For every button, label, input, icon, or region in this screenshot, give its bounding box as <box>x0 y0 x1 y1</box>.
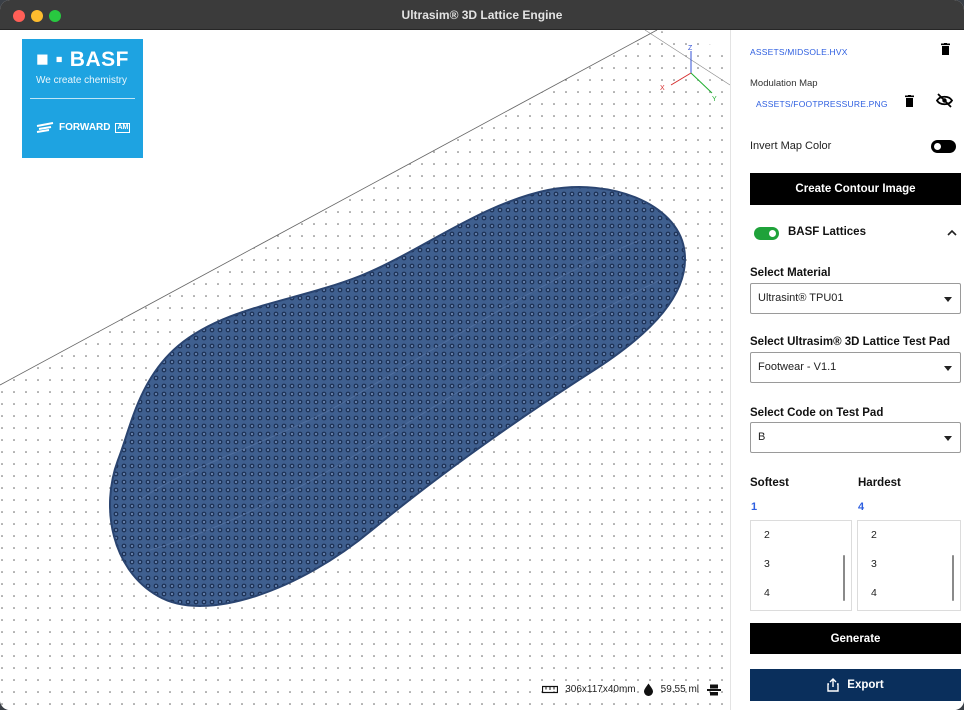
hardest-listbox[interactable]: 2 3 4 <box>857 520 961 611</box>
code-select[interactable]: B <box>750 422 961 453</box>
generate-button[interactable]: Generate <box>750 623 961 654</box>
softest-value: 1 <box>751 501 758 513</box>
forward-am-icon <box>36 122 54 133</box>
export-button-label: Export <box>847 679 884 691</box>
logo-divider <box>30 98 135 99</box>
softest-listbox[interactable]: 2 3 4 <box>750 520 852 611</box>
app-window: Ultrasim® 3D Lattice Engine Z X Y ■ ▪ BA… <box>0 0 964 710</box>
material-select[interactable]: Ultrasint® TPU01 <box>750 283 961 314</box>
volume-drop-icon <box>643 683 653 696</box>
axis-x-label: X <box>660 85 665 92</box>
hide-map-eye-off-icon[interactable] <box>936 93 953 108</box>
share-export-icon <box>827 678 839 692</box>
basf-tagline: We create chemistry <box>36 75 127 86</box>
axis-z-label: Z <box>688 45 693 52</box>
invert-map-color-label: Invert Map Color <box>750 140 832 152</box>
volume-readout: 59.55 ml <box>660 684 699 695</box>
modulation-map-label: Modulation Map <box>750 78 818 89</box>
select-material-label: Select Material <box>750 267 831 279</box>
modulation-map-file-link[interactable]: ASSETS/FOOTPRESSURE.PNG <box>756 99 888 109</box>
softest-option[interactable]: 4 <box>764 587 770 599</box>
softest-label: Softest <box>750 477 789 489</box>
select-code-label: Select Code on Test Pad <box>750 407 884 419</box>
forward-label: FORWARD <box>59 122 111 133</box>
basf-logo: ■ ▪ BASF We create chemistry FORWARD AM <box>22 39 143 158</box>
midsole-file-link[interactable]: ASSETS/MIDSOLE.HVX <box>750 47 848 57</box>
select-testpad-label: Select Ultrasim® 3D Lattice Test Pad <box>750 336 950 348</box>
ruler-icon <box>542 685 559 694</box>
delete-modulation-map-icon[interactable] <box>905 95 914 107</box>
softest-option[interactable]: 2 <box>764 529 770 541</box>
settings-panel: ASSETS/MIDSOLE.HVX Modulation Map ASSETS… <box>730 30 964 710</box>
print-tray-icon[interactable] <box>706 684 722 696</box>
hardest-value: 4 <box>858 501 865 513</box>
hardest-option[interactable]: 3 <box>871 558 877 570</box>
basf-lattices-label: BASF Lattices <box>788 226 866 238</box>
testpad-select[interactable]: Footwear - V1.1 <box>750 352 961 383</box>
create-contour-image-button[interactable]: Create Contour Image <box>750 173 961 205</box>
testpad-select-value: Footwear - V1.1 <box>758 361 837 373</box>
softest-option[interactable]: 3 <box>764 558 770 570</box>
material-dropdown-caret-icon <box>944 297 952 302</box>
hardest-option[interactable]: 2 <box>871 529 877 541</box>
basf-wordmark: ■ ▪ BASF <box>36 48 129 71</box>
export-button[interactable]: Export <box>750 669 961 701</box>
chevron-up-icon[interactable] <box>947 229 957 236</box>
hardest-option[interactable]: 4 <box>871 587 877 599</box>
material-select-value: Ultrasint® TPU01 <box>758 292 844 304</box>
hardest-scrollbar[interactable] <box>952 555 954 601</box>
am-badge: AM <box>115 122 131 133</box>
invert-map-color-toggle[interactable] <box>931 140 956 153</box>
delete-midsole-icon[interactable] <box>941 43 950 55</box>
window-title: Ultrasim® 3D Lattice Engine <box>401 8 563 22</box>
dimensions-readout: 306x117x40mm <box>565 684 636 695</box>
code-dropdown-caret-icon <box>944 436 952 441</box>
title-bar: Ultrasim® 3D Lattice Engine <box>0 0 964 30</box>
axis-y-label: Y <box>712 96 717 103</box>
forward-am-logo: FORWARD AM <box>36 122 131 133</box>
softest-scrollbar[interactable] <box>843 555 845 601</box>
3d-viewport[interactable]: Z X Y ■ ▪ BASF We create chemistry FORWA… <box>0 30 730 710</box>
code-select-value: B <box>758 431 766 443</box>
hardest-label: Hardest <box>858 477 901 489</box>
viewport-status-bar: 306x117x40mm 59.55 ml <box>542 683 722 696</box>
testpad-dropdown-caret-icon <box>944 366 952 371</box>
basf-lattices-toggle[interactable] <box>754 227 779 240</box>
